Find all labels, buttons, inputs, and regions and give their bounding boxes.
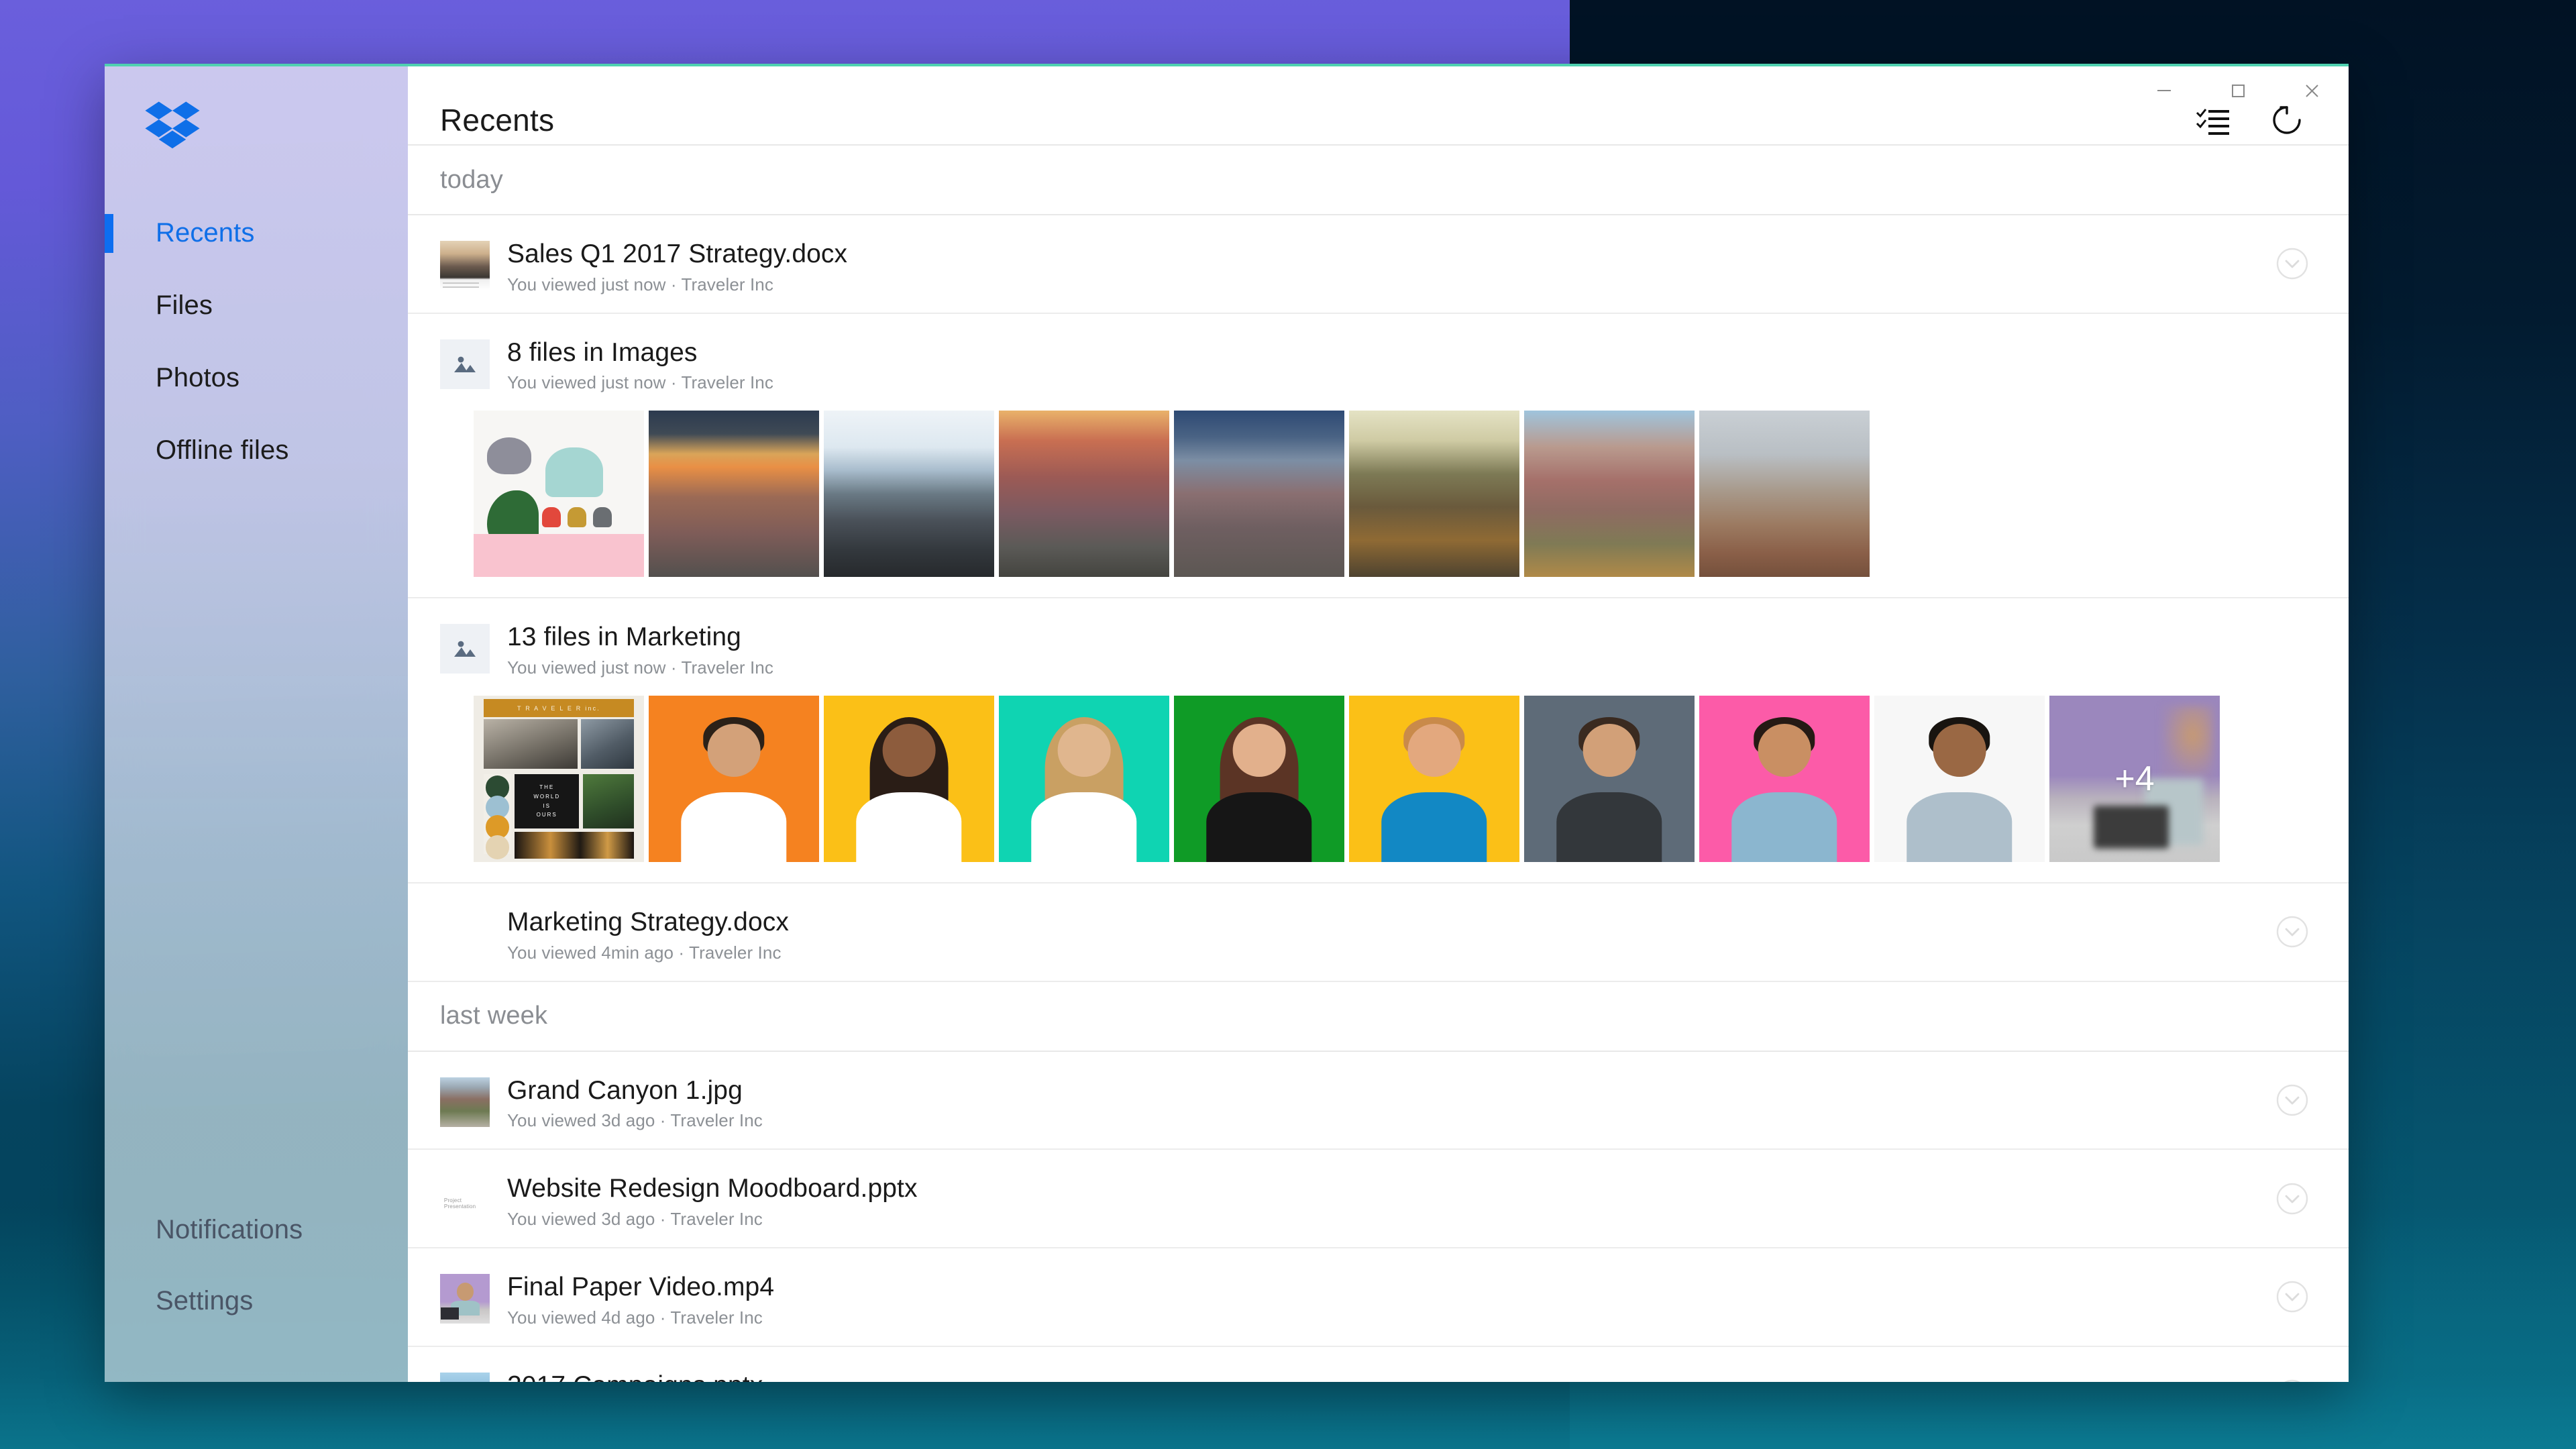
dropbox-window: Recents Files Photos Offline files Notif… — [105, 64, 2349, 1382]
picture-icon — [440, 624, 490, 674]
file-subtitle: You viewed 3d ago · Traveler Inc — [507, 1110, 763, 1131]
file-subtitle: You viewed 3d ago · Traveler Inc — [507, 1209, 918, 1230]
thumbnail-tile[interactable] — [999, 696, 1169, 862]
file-subtitle: You viewed just now · Traveler Inc — [507, 372, 773, 393]
sidebar-item-notifications[interactable]: Notifications — [105, 1194, 408, 1265]
chevron-down-circle-icon — [2273, 1278, 2311, 1316]
more-count-label: +4 — [2114, 759, 2154, 799]
recents-list: today Sales Q1 2017 Strategy.docx You vi… — [408, 146, 2349, 1382]
header-tools — [2190, 97, 2349, 143]
image-placeholder-icon — [451, 351, 478, 378]
thumbnail-tile[interactable] — [1349, 696, 1519, 862]
table-row[interactable]: Grand Canyon 1.jpg You viewed 3d ago · T… — [408, 1052, 2349, 1150]
thumbnail-tile[interactable]: T R A V E L E R inc. THE WORLD IS OURS — [474, 696, 644, 862]
offline-toggle-button[interactable] — [2273, 913, 2311, 951]
file-subtitle: You viewed just now · Traveler Inc — [507, 657, 773, 678]
thumbnail-tile[interactable] — [1524, 411, 1695, 577]
thumbnail-tile[interactable] — [1699, 411, 1870, 577]
file-name: Website Redesign Moodboard.pptx — [507, 1174, 918, 1203]
refresh-icon — [2269, 103, 2304, 138]
image-placeholder-icon — [451, 635, 478, 662]
sidebar-item-files[interactable]: Files — [105, 269, 408, 341]
thumbnail-strip: T R A V E L E R inc. THE WORLD IS OURS — [440, 696, 2349, 882]
thumbnail-tile[interactable] — [649, 696, 819, 862]
thumbnail-tile[interactable] — [1699, 696, 1870, 862]
file-subtitle: You viewed 4min ago · Traveler Inc — [507, 943, 789, 963]
sidebar-item-label: Notifications — [156, 1215, 303, 1245]
sidebar-item-label: Offline files — [156, 435, 288, 466]
sidebar-item-recents[interactable]: Recents — [105, 197, 408, 269]
sidebar-item-offline-files[interactable]: Offline files — [105, 414, 408, 486]
table-row[interactable]: 13 files in Marketing You viewed just no… — [408, 598, 2349, 883]
file-name: Final Paper Video.mp4 — [507, 1273, 774, 1302]
table-row[interactable]: Final Paper Video.mp4 You viewed 4d ago … — [408, 1248, 2349, 1347]
thumbnail-strip — [440, 411, 2349, 597]
section-header-last-week: last week — [408, 982, 2349, 1052]
thumbnail-tile[interactable] — [1174, 411, 1344, 577]
sidebar-item-photos[interactable]: Photos — [105, 341, 408, 414]
file-name: 2017 Campaigns.pptx — [507, 1371, 763, 1382]
sidebar-nav: Recents Files Photos Offline files — [105, 197, 408, 486]
file-name: 13 files in Marketing — [507, 623, 773, 652]
sidebar-item-label: Files — [156, 290, 213, 321]
thumbnail-tile[interactable] — [1524, 696, 1695, 862]
thumbnail-tile[interactable] — [824, 696, 994, 862]
chevron-down-circle-icon — [2273, 1180, 2311, 1218]
file-thumb-empty — [440, 909, 490, 959]
thumbnail-tile[interactable] — [649, 411, 819, 577]
page-title: Recents — [440, 102, 554, 138]
thumbnail-tile[interactable] — [999, 411, 1169, 577]
thumbnail-tile-more[interactable]: +4 — [2049, 696, 2220, 862]
file-subtitle: You viewed just now · Traveler Inc — [507, 274, 847, 295]
dropbox-logo-icon — [145, 100, 200, 151]
page-header: Recents — [408, 66, 2349, 146]
refresh-button[interactable] — [2264, 97, 2310, 143]
offline-toggle-button[interactable] — [2273, 1377, 2311, 1382]
thumbnail-tile[interactable] — [474, 411, 644, 577]
chevron-down-circle-icon — [2273, 1377, 2311, 1382]
file-name: 8 files in Images — [507, 338, 773, 368]
dropbox-logo — [105, 66, 408, 151]
sidebar: Recents Files Photos Offline files Notif… — [105, 66, 408, 1382]
table-row[interactable]: Sales Q1 2017 Strategy.docx You viewed j… — [408, 215, 2349, 314]
thumbnail-tile[interactable] — [1874, 696, 2045, 862]
ppt-thumb: Project Presentation — [440, 1175, 490, 1225]
file-name: Grand Canyon 1.jpg — [507, 1076, 763, 1106]
moodboard-slogan: THE WORLD IS OURS — [533, 783, 560, 819]
select-list-button[interactable] — [2190, 97, 2236, 143]
sidebar-item-settings[interactable]: Settings — [105, 1265, 408, 1336]
select-list-icon — [2196, 104, 2231, 136]
doc-sunset-thumb — [440, 241, 490, 290]
file-name: Sales Q1 2017 Strategy.docx — [507, 239, 847, 269]
sidebar-item-label: Recents — [156, 218, 254, 248]
sidebar-bottom-nav: Notifications Settings — [105, 1194, 408, 1382]
chevron-down-circle-icon — [2273, 1081, 2311, 1119]
table-row[interactable]: Traveler Inc. 2017 Campaigns.pptx You vi… — [408, 1347, 2349, 1382]
chevron-down-circle-icon — [2273, 913, 2311, 951]
thumb-caption: Project Presentation — [444, 1197, 490, 1210]
section-header-today: today — [408, 146, 2349, 215]
thumbnail-tile[interactable] — [1174, 696, 1344, 862]
moodboard-band-text: T R A V E L E R inc. — [517, 705, 600, 712]
file-name: Marketing Strategy.docx — [507, 908, 789, 937]
table-row[interactable]: 8 files in Images You viewed just now · … — [408, 314, 2349, 599]
chevron-down-circle-icon — [2273, 245, 2311, 282]
offline-toggle-button[interactable] — [2273, 1081, 2311, 1119]
file-subtitle: You viewed 4d ago · Traveler Inc — [507, 1307, 774, 1328]
sidebar-item-label: Photos — [156, 363, 239, 393]
table-row[interactable]: Project Presentation Website Redesign Mo… — [408, 1150, 2349, 1248]
offline-toggle-button[interactable] — [2273, 245, 2311, 282]
table-row[interactable]: Marketing Strategy.docx You viewed 4min … — [408, 883, 2349, 982]
canyon-thumb — [440, 1077, 490, 1127]
thumbnail-tile[interactable] — [824, 411, 994, 577]
sidebar-item-label: Settings — [156, 1286, 253, 1316]
thumbnail-tile[interactable] — [1349, 411, 1519, 577]
offline-toggle-button[interactable] — [2273, 1278, 2311, 1316]
main-panel: Recents — [408, 66, 2349, 1382]
offline-toggle-button[interactable] — [2273, 1180, 2311, 1218]
picture-icon — [440, 339, 490, 389]
campaign-thumb: Traveler Inc. — [440, 1373, 490, 1382]
video-thumb — [440, 1274, 490, 1324]
